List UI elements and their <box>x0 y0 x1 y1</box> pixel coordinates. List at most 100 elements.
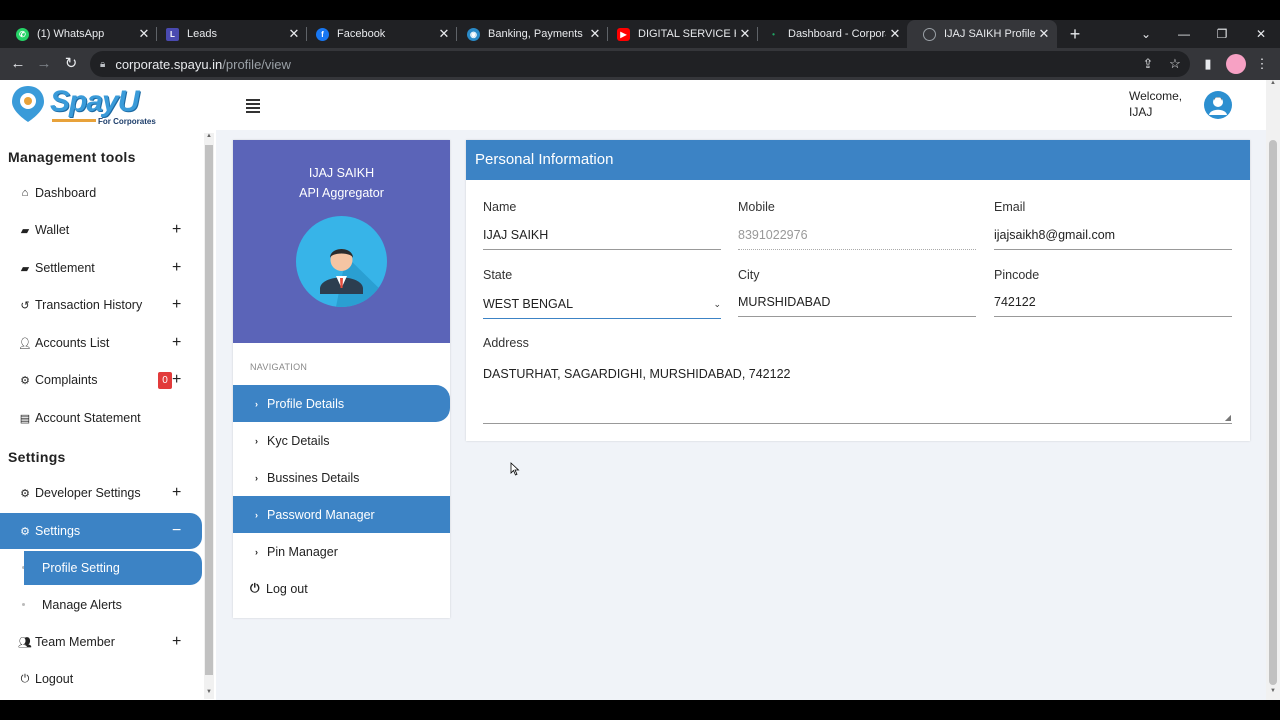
sidebar-item-settlement[interactable]: ▰ Settlement + <box>0 250 202 286</box>
profile-nav-label: Profile Details <box>267 396 345 411</box>
sidebar-scrollbar[interactable]: ▲ ▼ <box>204 133 214 699</box>
expand-plus-icon[interactable]: + <box>172 484 181 502</box>
personal-info-title: Personal Information <box>466 140 1250 180</box>
profile-nav-logout[interactable]: ⏻ Log out <box>233 570 450 607</box>
tab-whatsapp[interactable]: ✆ (1) WhatsApp ✕ <box>0 20 157 48</box>
sidebar-item-team-member[interactable]: 👥︎ Team Member + <box>0 624 202 660</box>
wallet-icon: ▰ <box>20 224 30 237</box>
collapse-minus-icon[interactable]: − <box>172 522 181 540</box>
expand-plus-icon[interactable]: + <box>172 296 181 314</box>
new-tab-button[interactable]: + <box>1066 20 1084 48</box>
chevron-right-icon: › <box>255 398 258 409</box>
profile-nav-pin-manager[interactable]: › Pin Manager <box>233 533 450 570</box>
reload-icon[interactable]: ↻ <box>59 48 83 80</box>
tab-search-button[interactable]: ⌄ <box>1131 20 1161 48</box>
expand-plus-icon[interactable]: + <box>172 633 181 651</box>
address-textarea[interactable]: DASTURHAT, SAGARDIGHI, MURSHIDABAD, 7421… <box>483 367 1232 424</box>
pincode-field[interactable]: 742122 <box>994 293 1232 317</box>
scroll-up-arrow-icon[interactable]: ▲ <box>1268 80 1278 86</box>
state-label: State <box>483 268 513 282</box>
tab-dashboard[interactable]: • Dashboard - Corpora ✕ <box>751 20 908 48</box>
expand-plus-icon[interactable]: + <box>172 259 181 277</box>
sidebar-item-wallet[interactable]: ▰ Wallet + <box>0 212 202 248</box>
address-label: Address <box>483 336 529 350</box>
sidebar-item-account-statement[interactable]: ▤ Account Statement <box>0 400 202 436</box>
spayu-logo[interactable]: SpayU For Corporates <box>10 83 160 127</box>
share-icon[interactable]: ⇪ <box>1137 48 1159 80</box>
sidebar-item-complaints[interactable]: ⚙ Complaints 0 + <box>0 362 202 398</box>
logo-pin-icon <box>12 86 44 122</box>
tab-digital-service-hub[interactable]: ▶ DIGITAL SERVICE HUB ✕ <box>601 20 758 48</box>
profile-nav-business-details[interactable]: › Bussines Details <box>233 459 450 496</box>
sidebar-item-accounts-list[interactable]: 👤︎ Accounts List + <box>0 325 202 361</box>
resize-handle-icon[interactable]: ◢ <box>1225 413 1231 422</box>
sidebar-item-label: Settlement <box>35 261 95 275</box>
sidebar-item-label: Settings <box>35 524 81 538</box>
sidebar-item-logout[interactable]: ⏻ Logout <box>0 661 202 697</box>
tab-banking[interactable]: ◉ Banking, Payments & ✕ <box>451 20 608 48</box>
tab-facebook[interactable]: f Facebook ✕ <box>300 20 457 48</box>
hamburger-menu-icon[interactable] <box>246 99 260 115</box>
profile-nav-password-manager[interactable]: › Password Manager <box>233 496 450 533</box>
browser-profile-avatar[interactable] <box>1226 54 1246 74</box>
settlement-icon: ▰ <box>20 262 30 275</box>
sidebar-item-dashboard[interactable]: ⌂ Dashboard <box>0 175 202 211</box>
navigation-label: NAVIGATION <box>250 362 308 372</box>
sidebar-subitem-label: Profile Setting <box>42 561 120 575</box>
forward-arrow-icon[interactable]: → <box>32 48 56 80</box>
profile-avatar <box>296 216 387 307</box>
sidebar-item-label: Developer Settings <box>35 486 141 500</box>
name-field[interactable]: IJAJ SAIKH <box>483 226 721 250</box>
side-panel-icon[interactable]: ▮ <box>1197 48 1219 80</box>
sidebar-scroll-thumb[interactable] <box>205 145 213 675</box>
scroll-down-arrow-icon[interactable]: ▼ <box>1268 688 1278 694</box>
sidebar-item-settings[interactable]: ⚙ Settings − <box>0 513 202 549</box>
url-path: /profile/view <box>222 56 291 72</box>
sidebar-item-developer-settings[interactable]: ⚙ Developer Settings + <box>0 475 202 511</box>
tab-profile-active[interactable]: IJAJ SAIKH Profile - Co ✕ <box>907 20 1057 48</box>
sidebar-subitem-manage-alerts[interactable]: Manage Alerts <box>24 588 202 622</box>
close-icon[interactable]: ✕ <box>1035 26 1053 42</box>
tab-title: (1) WhatsApp <box>37 28 105 40</box>
scroll-down-arrow-icon[interactable]: ▼ <box>204 689 214 695</box>
profile-nav-label: Password Manager <box>267 507 375 522</box>
page-scroll-thumb[interactable] <box>1269 140 1277 685</box>
scroll-up-arrow-icon[interactable]: ▲ <box>204 133 214 139</box>
state-select[interactable]: WEST BENGAL ⌄ <box>483 295 721 319</box>
profile-role: API Aggregator <box>299 186 384 200</box>
mobile-label: Mobile <box>738 200 775 214</box>
profile-nav-kyc-details[interactable]: › Kyc Details <box>233 422 450 459</box>
sidebar-subitem-profile-setting[interactable]: Profile Setting <box>24 551 202 585</box>
tab-leads[interactable]: L Leads ✕ <box>150 20 307 48</box>
sidebar-item-transaction-history[interactable]: ↺ Transaction History + <box>0 287 202 323</box>
sidebar-item-label: Logout <box>35 672 74 686</box>
expand-plus-icon[interactable]: + <box>172 221 181 239</box>
gear-icon: ⚙ <box>20 487 30 500</box>
star-icon[interactable]: ☆ <box>1164 48 1186 80</box>
minimize-button[interactable]: — <box>1169 20 1199 48</box>
banking-icon: ◉ <box>467 27 480 41</box>
tab-title: Dashboard - Corpora <box>788 28 886 40</box>
chevron-right-icon: › <box>255 472 258 483</box>
back-arrow-icon[interactable]: ← <box>6 48 30 80</box>
browser-tab-strip: ✆ (1) WhatsApp ✕ L Leads ✕ f Facebook ✕ … <box>0 20 1280 48</box>
power-icon: ⏻ <box>250 581 260 595</box>
user-avatar[interactable] <box>1204 91 1232 119</box>
logo-underline <box>52 119 96 122</box>
city-field[interactable]: MURSHIDABAD <box>738 293 976 317</box>
expand-plus-icon[interactable]: + <box>172 334 181 352</box>
page-scrollbar[interactable]: ▲ ▼ <box>1266 80 1280 700</box>
expand-plus-icon[interactable]: + <box>172 371 181 389</box>
close-icon[interactable]: ✕ <box>886 26 904 42</box>
tab-title: IJAJ SAIKH Profile - Co <box>944 28 1035 40</box>
chevron-right-icon: › <box>255 509 258 520</box>
email-field[interactable]: ijajsaikh8@gmail.com <box>994 226 1232 250</box>
screen-bottom-border <box>0 700 1280 720</box>
profile-nav-profile-details[interactable]: › Profile Details <box>233 385 450 422</box>
address-bar[interactable]: 🔒︎ corporate.spayu.in/profile/view <box>90 51 1190 77</box>
team-icon: 👥︎ <box>18 636 32 649</box>
more-menu-icon[interactable]: ⋮ <box>1251 48 1273 80</box>
window-close-button[interactable]: ✕ <box>1246 20 1276 48</box>
welcome-username: IJAJ <box>1129 105 1153 119</box>
maximize-button[interactable]: ❐ <box>1207 20 1237 48</box>
